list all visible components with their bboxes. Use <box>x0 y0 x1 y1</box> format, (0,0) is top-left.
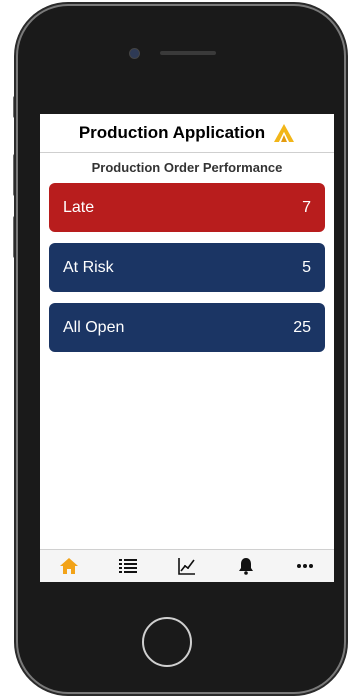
home-button[interactable] <box>142 617 192 667</box>
mute-switch[interactable] <box>13 96 17 118</box>
performance-cards: Late 7 At Risk 5 All Open 25 <box>40 183 334 352</box>
list-icon <box>119 559 138 573</box>
tab-home[interactable] <box>49 552 89 580</box>
front-camera <box>129 48 140 59</box>
card-count: 7 <box>302 198 311 216</box>
more-icon <box>296 564 313 568</box>
tab-bar <box>40 549 334 582</box>
card-count: 5 <box>302 258 311 276</box>
tab-chart[interactable] <box>167 552 207 580</box>
logo-icon <box>274 124 295 142</box>
card-late[interactable]: Late 7 <box>49 183 325 232</box>
volume-down-button[interactable] <box>13 216 17 258</box>
section-title: Production Order Performance <box>91 160 283 175</box>
chart-icon <box>178 558 195 575</box>
tab-list[interactable] <box>108 552 148 580</box>
bell-icon <box>238 558 253 575</box>
card-at-risk[interactable]: At Risk 5 <box>49 243 325 292</box>
earpiece-speaker <box>160 51 216 55</box>
card-label: Late <box>63 198 95 216</box>
volume-up-button[interactable] <box>13 154 17 196</box>
app-screen: Production Application Production Order … <box>40 114 334 582</box>
card-count: 25 <box>293 318 311 336</box>
home-icon <box>60 558 79 574</box>
app-title: Production Application <box>78 123 266 142</box>
tab-notifications[interactable] <box>226 552 266 580</box>
card-all-open[interactable]: All Open 25 <box>49 303 325 352</box>
app-header: Production Application <box>40 114 334 153</box>
card-label: At Risk <box>63 258 114 276</box>
card-label: All Open <box>63 318 125 336</box>
tab-more[interactable] <box>285 552 325 580</box>
